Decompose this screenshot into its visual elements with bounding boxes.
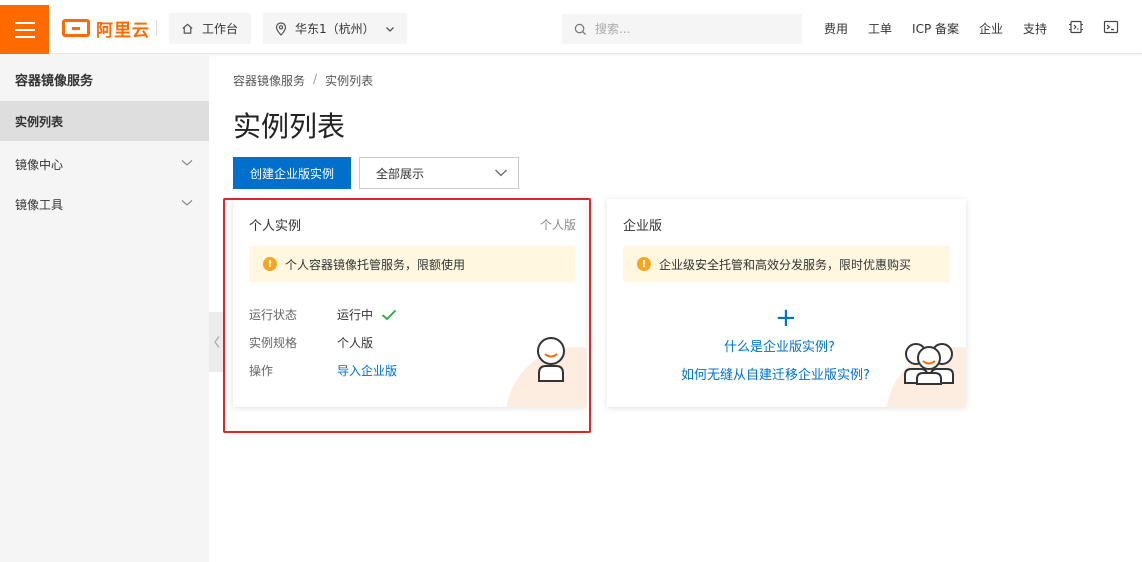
- create-enterprise-instance-button[interactable]: 创建企业版实例: [233, 157, 351, 189]
- migrate-enterprise-link[interactable]: 如何无缝从自建迁移企业版实例?: [681, 364, 870, 383]
- status-text: 运行中: [337, 308, 374, 322]
- chevron-down-icon: [181, 200, 193, 206]
- logo-text: 阿里云: [96, 20, 150, 41]
- warning-icon: !: [637, 257, 651, 271]
- edition-tag: 个人版: [539, 218, 576, 232]
- spec-key: 实例规格: [249, 336, 298, 350]
- region-label: 华东1（杭州）: [295, 22, 375, 36]
- notice-banner: ! 企业级安全托管和高效分发服务，限时优惠购买: [623, 246, 950, 282]
- group-avatar-icon: [904, 343, 954, 385]
- home-icon: [182, 23, 193, 34]
- notice-banner: ! 个人容器镜像托管服务，限额使用: [249, 246, 575, 282]
- region-selector[interactable]: 华东1（杭州）: [263, 13, 407, 44]
- nav-link-icp[interactable]: ICP 备案: [912, 20, 959, 37]
- status-row: 运行状态 运行中: [249, 306, 397, 323]
- personal-instance-card[interactable]: 个人实例 个人版 ! 个人容器镜像托管服务，限额使用 运行状态 运行中 实例规格…: [233, 199, 586, 407]
- notice-text: 个人容器镜像托管服务，限额使用: [285, 257, 466, 272]
- hamburger-menu-icon[interactable]: [0, 5, 49, 54]
- sidebar-item-image-center[interactable]: 镜像中心: [0, 144, 209, 184]
- check-icon: [381, 309, 397, 320]
- workbench-label: 工作台: [202, 22, 239, 36]
- status-key: 运行状态: [249, 308, 298, 322]
- search-icon: [574, 23, 587, 35]
- spec-row: 实例规格 个人版: [249, 334, 373, 351]
- action-key: 操作: [249, 364, 274, 378]
- logo-divider: [156, 20, 157, 36]
- sidebar-item-instance-list[interactable]: 实例列表: [0, 101, 209, 141]
- aliyun-logo-mark-icon: [62, 19, 90, 37]
- what-is-enterprise-link[interactable]: 什么是企业版实例?: [724, 336, 835, 355]
- location-pin-icon: [275, 21, 287, 36]
- spec-value: 个人版: [337, 336, 374, 350]
- add-enterprise-plus-icon[interactable]: +: [775, 305, 797, 331]
- status-value: 运行中: [337, 306, 397, 323]
- card-title: 企业版: [623, 219, 663, 234]
- chevron-down-icon: [495, 169, 507, 177]
- breadcrumb-root[interactable]: 容器镜像服务: [233, 72, 305, 89]
- card-title: 个人实例: [249, 219, 302, 234]
- breadcrumb: 容器镜像服务 / 实例列表: [233, 72, 373, 89]
- aliyun-logo[interactable]: 阿里云: [62, 17, 150, 41]
- breadcrumb-current: 实例列表: [325, 74, 374, 88]
- sidebar-collapse-handle[interactable]: [209, 312, 224, 372]
- breadcrumb-separator: /: [313, 72, 318, 86]
- chevron-down-icon: [181, 160, 193, 166]
- sidebar-item-image-tools[interactable]: 镜像工具: [0, 184, 209, 224]
- filter-select-value: 全部展示: [376, 166, 425, 181]
- warning-icon: !: [263, 257, 277, 271]
- top-nav-links: 费用 工单 ICP 备案 企业 支持: [824, 20, 1047, 37]
- enterprise-instance-card[interactable]: 企业版 ! 企业级安全托管和高效分发服务，限时优惠购买 + 什么是企业版实例? …: [607, 199, 966, 407]
- nav-link-fees[interactable]: 费用: [824, 20, 848, 37]
- import-enterprise-link[interactable]: 导入企业版: [337, 362, 397, 379]
- notice-text: 企业级安全托管和高效分发服务，限时优惠购买: [659, 257, 912, 272]
- search-box[interactable]: [562, 14, 802, 44]
- action-row: 操作 导入企业版: [249, 362, 397, 379]
- sidebar: 容器镜像服务 实例列表 镜像中心 镜像工具: [0, 55, 209, 562]
- workbench-button[interactable]: 工作台: [169, 13, 251, 44]
- chevron-down-icon: [386, 26, 394, 32]
- page-title: 实例列表: [233, 110, 346, 143]
- nav-link-enterprise[interactable]: 企业: [979, 20, 1003, 37]
- sidebar-title: 容器镜像服务: [15, 74, 94, 89]
- person-avatar-icon: [537, 337, 565, 382]
- sidebar-item-label: 镜像中心: [15, 157, 64, 172]
- terminal-icon[interactable]: [1103, 19, 1119, 35]
- search-input[interactable]: [595, 22, 785, 36]
- chip-icon[interactable]: [1068, 19, 1084, 35]
- filter-select[interactable]: 全部展示: [359, 157, 519, 189]
- sidebar-item-label: 实例列表: [15, 114, 64, 129]
- top-bar: 阿里云 工作台 华东1（杭州） 费用 工单 ICP 备案 企业 支持: [0, 0, 1142, 54]
- chevron-left-icon: [213, 336, 220, 348]
- nav-link-support[interactable]: 支持: [1023, 20, 1047, 37]
- sidebar-item-label: 镜像工具: [15, 197, 64, 212]
- nav-link-tickets[interactable]: 工单: [868, 20, 892, 37]
